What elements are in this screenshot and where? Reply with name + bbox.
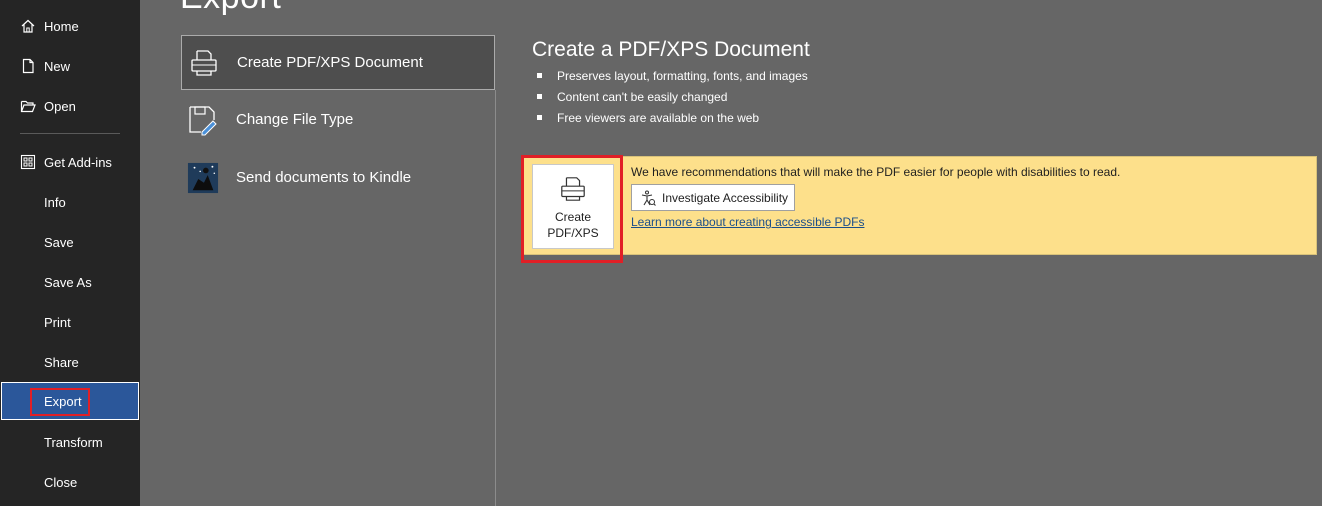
nav-item-share[interactable]: Share (0, 344, 140, 380)
accessibility-icon (640, 190, 656, 206)
create-button-line1: Create (554, 210, 592, 224)
nav-item-info[interactable]: Info (0, 184, 140, 220)
nav-item-home[interactable]: Home (0, 8, 140, 44)
backstage-nav: Home New Open Get Add-ins Info Save Save… (0, 0, 140, 506)
nav-item-print[interactable]: Print (0, 304, 140, 340)
nav-item-get-add-ins[interactable]: Get Add-ins (0, 144, 140, 180)
option-send-to-kindle[interactable]: Send documents to Kindle (181, 150, 495, 205)
nav-item-save-as[interactable]: Save As (0, 264, 140, 300)
create-pdf-xps-button[interactable]: Create PDF/XPS (532, 164, 614, 249)
nav-label: Transform (44, 434, 103, 450)
nav-item-save[interactable]: Save (0, 224, 140, 260)
change-file-type-icon (187, 104, 219, 136)
nav-item-open[interactable]: Open (0, 88, 140, 124)
list-item: Content can't be easily changed (537, 89, 808, 110)
nav-item-new[interactable]: New (0, 48, 140, 84)
nav-label: Save As (44, 274, 92, 290)
nav-item-transform[interactable]: Transform (0, 424, 140, 460)
new-document-icon (19, 57, 37, 75)
page-title: Export (180, 0, 281, 17)
list-item: Preserves layout, formatting, fonts, and… (537, 68, 808, 89)
learn-more-link[interactable]: Learn more about creating accessible PDF… (631, 215, 864, 229)
option-label: Send documents to Kindle (236, 169, 412, 186)
pdf-document-icon (559, 175, 587, 203)
home-icon (19, 17, 37, 35)
open-folder-icon (19, 97, 37, 115)
detail-title: Create a PDF/XPS Document (532, 38, 810, 61)
nav-label: Share (44, 354, 79, 370)
nav-label: Close (44, 474, 78, 490)
nav-label: Info (44, 194, 66, 210)
option-label: Create PDF/XPS Document (237, 54, 423, 71)
nav-label: New (44, 58, 71, 74)
notice-text: We have recommendations that will make t… (631, 165, 1121, 179)
nav-label: Home (44, 18, 79, 34)
create-button-line2: PDF/XPS (547, 226, 599, 240)
nav-label: Open (44, 98, 76, 114)
nav-divider (20, 133, 120, 134)
nav-label: Print (44, 314, 71, 330)
feature-list: Preserves layout, formatting, fonts, and… (537, 68, 808, 131)
create-button-label: Create PDF/XPS (533, 209, 613, 241)
pdf-document-icon (188, 47, 220, 79)
add-ins-icon (19, 153, 37, 171)
nav-label: Export (44, 393, 82, 409)
option-change-file-type[interactable]: Change File Type (181, 92, 495, 147)
options-divider (495, 90, 496, 506)
list-item: Free viewers are available on the web (537, 110, 808, 131)
nav-label: Get Add-ins (44, 154, 112, 170)
investigate-accessibility-button[interactable]: Investigate Accessibility (631, 184, 795, 211)
nav-label: Save (44, 234, 74, 250)
nav-item-close[interactable]: Close (0, 464, 140, 500)
kindle-icon (187, 162, 219, 194)
option-create-pdf-xps[interactable]: Create PDF/XPS Document (181, 35, 495, 90)
investigate-label: Investigate Accessibility (662, 190, 789, 205)
nav-item-export[interactable]: Export (1, 382, 139, 420)
option-label: Change File Type (236, 111, 354, 128)
